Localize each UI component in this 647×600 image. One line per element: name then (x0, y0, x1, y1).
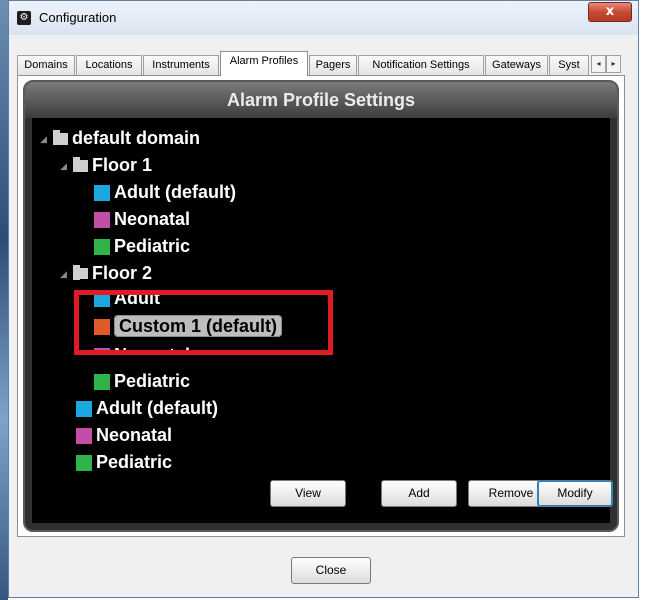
tab-bar: Domains Locations Instruments Alarm Prof… (17, 51, 625, 76)
tree-node-floor2-pediatric[interactable]: Pediatric (94, 369, 190, 393)
neonatal-color-swatch-icon (94, 212, 110, 229)
profile-tree[interactable]: ◢ default domain ◢ Floor 1 Adult (default)… (32, 118, 613, 523)
adult-color-swatch-icon (94, 185, 110, 202)
tab-pagers[interactable]: Pagers (309, 55, 357, 75)
pediatric-color-swatch-icon (94, 239, 110, 256)
tree-node-domain-pediatric[interactable]: Pediatric (76, 450, 172, 474)
neonatal-color-swatch-icon (76, 428, 92, 445)
tree-node-floor1-neonatal[interactable]: Neonatal (94, 207, 190, 231)
tree-node-label: Neonatal (114, 209, 191, 229)
pediatric-color-swatch-icon (94, 374, 110, 391)
configuration-window: ⚙ Configuration x Domains Locations Inst… (8, 0, 639, 598)
pediatric-color-swatch-icon (76, 455, 92, 472)
title-bar: ⚙ Configuration x (9, 1, 638, 35)
add-button[interactable]: Add (381, 480, 457, 507)
tree-node-label: Adult (default) (96, 398, 218, 418)
tab-instruments[interactable]: Instruments (143, 55, 219, 75)
view-button[interactable]: View (270, 480, 346, 507)
tab-locations[interactable]: Locations (76, 55, 142, 75)
adult-color-swatch-icon (76, 401, 92, 418)
tab-domains[interactable]: Domains (17, 55, 75, 75)
collapse-arrow-icon[interactable]: ◢ (60, 262, 70, 286)
collapse-arrow-icon[interactable]: ◢ (60, 154, 70, 178)
tree-node-label: default domain (72, 128, 201, 148)
panel-header: Alarm Profile Settings (25, 82, 617, 118)
background-desktop-strip (0, 0, 8, 600)
tab-system[interactable]: Syst (549, 55, 589, 75)
app-gear-icon[interactable]: ⚙ (17, 11, 31, 25)
folder-icon (53, 130, 68, 146)
tree-node-floor1-pediatric[interactable]: Pediatric (94, 234, 190, 258)
tab-notification-settings[interactable]: Notification Settings (358, 55, 484, 75)
tab-scroll-left-icon[interactable]: ◂ (591, 55, 606, 73)
tree-node-label: Adult (default) (114, 182, 236, 202)
tree-node-label: Floor 1 (92, 155, 153, 175)
tree-node-label: Pediatric (96, 452, 173, 472)
tree-node-floor-1[interactable]: ◢ Floor 1 (60, 153, 152, 177)
modify-button[interactable]: Modify (537, 480, 613, 507)
tree-node-label: Pediatric (114, 371, 191, 391)
overlap-mask (80, 354, 320, 368)
alarm-profile-settings-panel: Alarm Profile Settings ◢ default domain ◢… (23, 80, 619, 532)
tree-node-label: Neonatal (96, 425, 173, 445)
tree-node-default-domain[interactable]: ◢ default domain (40, 126, 200, 150)
window-title: Configuration (39, 10, 117, 25)
folder-icon (73, 157, 88, 173)
collapse-arrow-icon[interactable]: ◢ (40, 127, 50, 151)
tab-alarm-profiles[interactable]: Alarm Profiles (220, 51, 308, 76)
tree-node-floor1-adult[interactable]: Adult (default) (94, 180, 236, 204)
tree-node-domain-neonatal[interactable]: Neonatal (76, 423, 172, 447)
close-button[interactable]: Close (291, 557, 371, 584)
window-close-button[interactable]: x (588, 2, 632, 22)
annotation-highlight-box (74, 290, 333, 355)
tree-node-label: Pediatric (114, 236, 191, 256)
tab-scroll-right-icon[interactable]: ▸ (606, 55, 621, 73)
tree-node-domain-adult[interactable]: Adult (default) (76, 396, 218, 420)
tab-gateways[interactable]: Gateways (485, 55, 548, 75)
